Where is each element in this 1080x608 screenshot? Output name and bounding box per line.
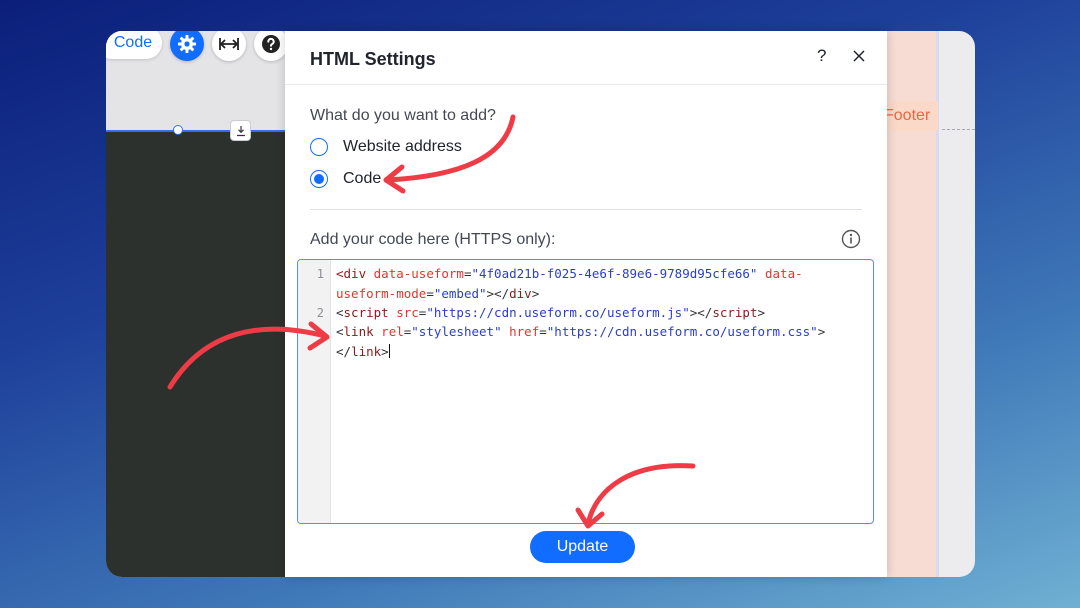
code-token: >	[757, 305, 765, 320]
code-token: link	[343, 324, 374, 339]
code-token: data-useform	[373, 266, 464, 281]
line-number-gutter: 1 2	[298, 260, 331, 523]
radio-selected-dot	[314, 174, 324, 184]
add-question-label: What do you want to add?	[310, 107, 496, 124]
gear-icon	[178, 35, 196, 53]
code-token: "4f0ad21b-f025-4e6f-89e6-9789d95cfe66"	[471, 266, 758, 281]
code-line: <link rel="stylesheet" href="https://cdn…	[336, 324, 825, 339]
code-token: "https://cdn.useform.co/useform.css"	[546, 324, 818, 339]
close-icon[interactable]	[851, 48, 867, 64]
update-button[interactable]: Update	[530, 531, 635, 563]
code-token: div	[509, 286, 532, 301]
code-token: "stylesheet"	[411, 324, 502, 339]
code-token: script	[712, 305, 758, 320]
code-line: <div data-useform="4f0ad21b-f025-4e6f-89…	[336, 266, 803, 281]
code-input-label: Add your code here (HTTPS only):	[310, 231, 556, 248]
code-label: Code	[343, 170, 382, 187]
text-cursor	[388, 344, 390, 358]
code-button[interactable]: Code	[106, 31, 162, 59]
code-token: div	[343, 266, 367, 281]
website-address-option[interactable]: Website address	[310, 138, 462, 156]
code-token: ></	[689, 305, 713, 320]
stretch-icon	[219, 38, 239, 50]
code-token: "https://cdn.useform.co/useform.js"	[426, 305, 690, 320]
dialog-header: HTML Settings ?	[285, 31, 887, 85]
code-token: >	[817, 324, 826, 339]
code-token: </	[336, 344, 352, 359]
section-divider	[310, 209, 862, 210]
code-token: <	[336, 266, 344, 281]
line-number: 2	[316, 306, 324, 320]
code-token: useform-mode	[336, 286, 427, 301]
dialog-title: HTML Settings	[310, 49, 436, 69]
help-icon	[262, 35, 280, 53]
html-settings-dialog: HTML Settings ? What do you want to add?…	[285, 31, 887, 577]
selection-line	[106, 130, 286, 132]
footer-divider	[942, 129, 975, 130]
website-address-label: Website address	[343, 138, 462, 155]
code-token: data-	[765, 266, 803, 281]
code-token: <	[336, 324, 344, 339]
download-chip[interactable]	[230, 120, 251, 141]
info-icon[interactable]	[841, 229, 861, 249]
code-token: link	[351, 344, 382, 359]
code-editor[interactable]: 1 2 <div data-useform="4f0ad21b-f025-4e6…	[297, 259, 874, 524]
code-token: rel	[381, 324, 404, 339]
code-line: <script src="https://cdn.useform.co/usef…	[336, 305, 765, 320]
code-token: "embed"	[433, 286, 487, 301]
code-token: script	[343, 305, 389, 320]
code-token: >	[381, 344, 389, 359]
code-option[interactable]: Code	[310, 170, 381, 188]
dialog-help-button[interactable]: ?	[817, 46, 826, 66]
code-line: </link>	[336, 344, 390, 359]
download-icon	[236, 125, 245, 136]
code-token: src	[396, 305, 419, 320]
selection-handle[interactable]	[173, 125, 183, 135]
code-token: href	[509, 324, 540, 339]
code-token: >	[531, 286, 540, 301]
code-line: useform-mode="embed"></div>	[336, 286, 539, 301]
code-radio[interactable]	[310, 170, 328, 188]
code-token: <	[336, 305, 344, 320]
code-token: ></	[486, 286, 510, 301]
canvas-dark-section	[106, 131, 286, 577]
line-number: 1	[316, 267, 324, 281]
website-address-radio[interactable]	[310, 138, 328, 156]
code-token: =	[426, 286, 434, 301]
code-token: =	[539, 324, 547, 339]
